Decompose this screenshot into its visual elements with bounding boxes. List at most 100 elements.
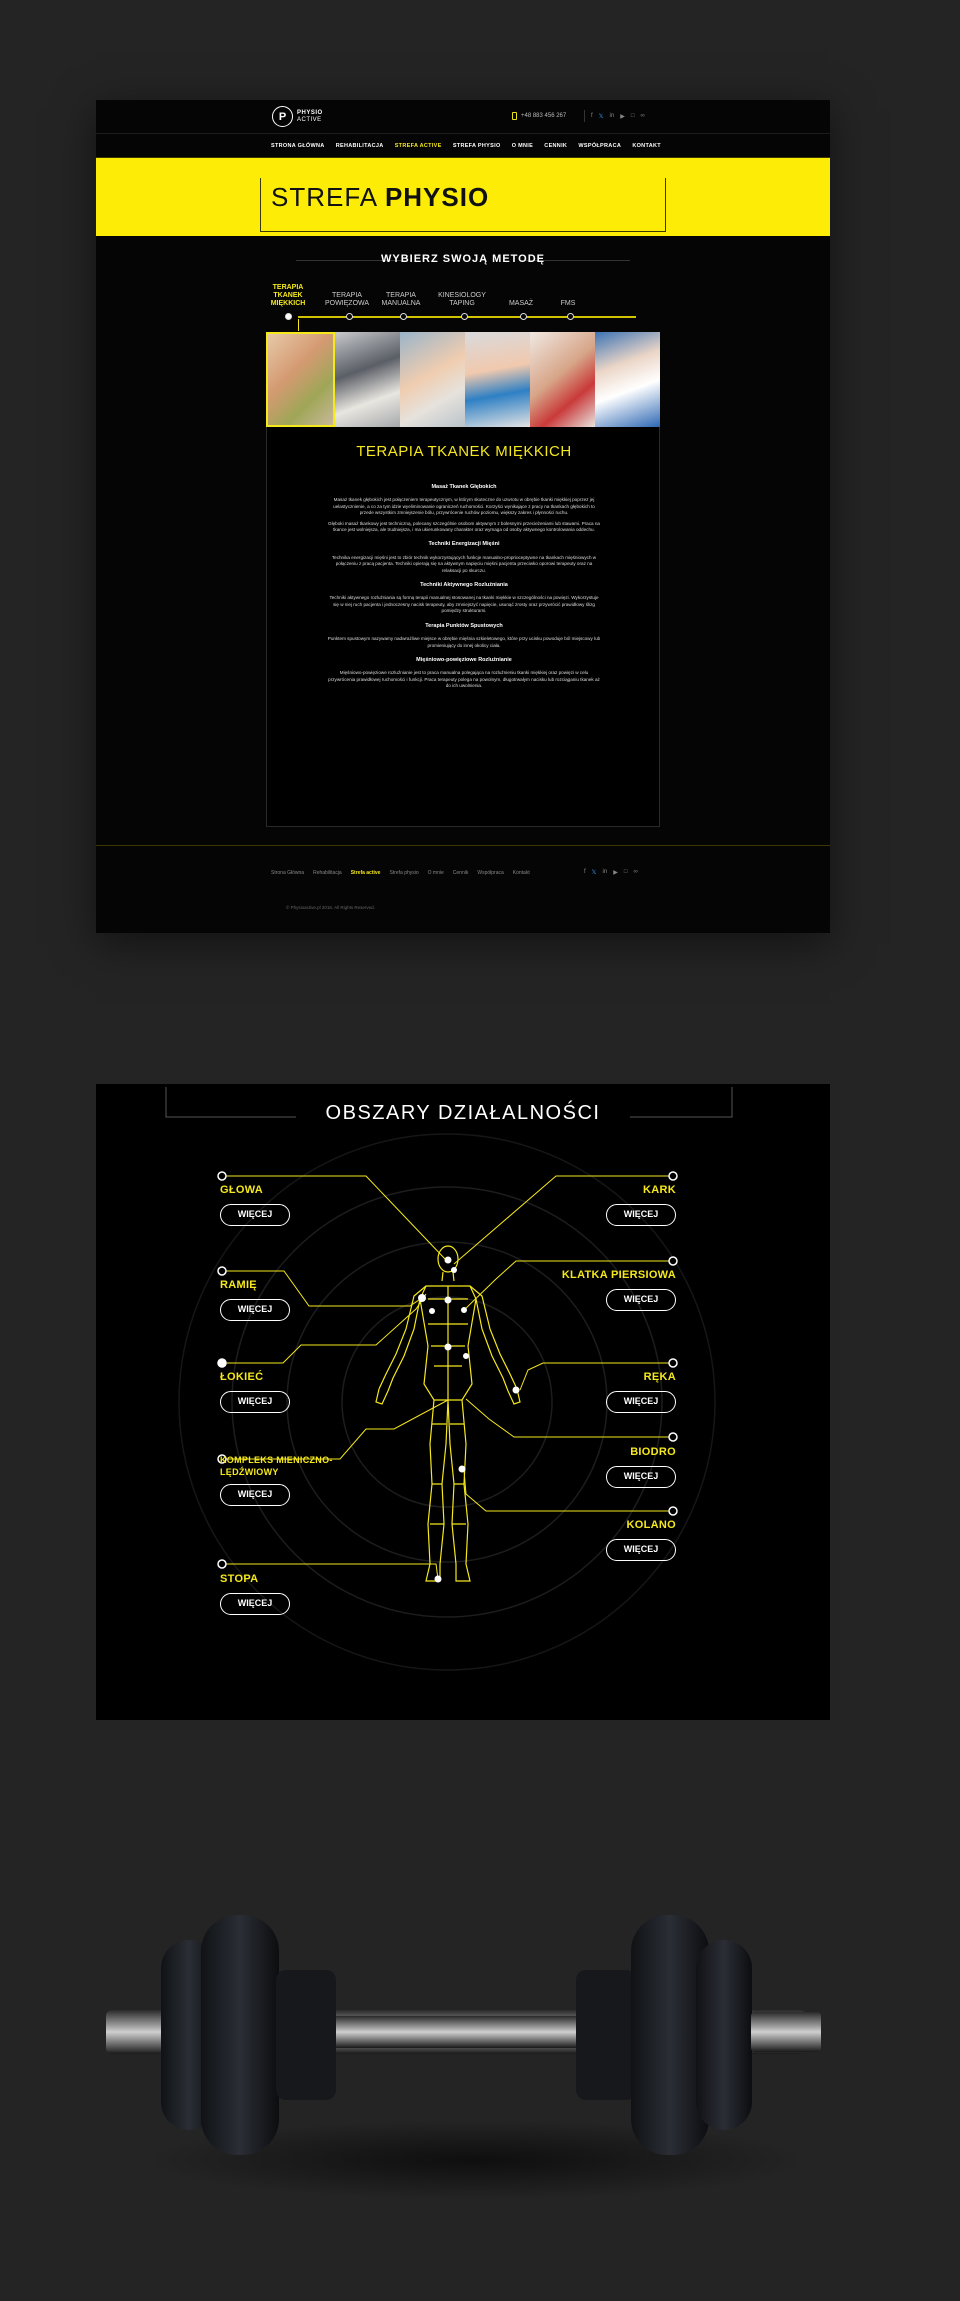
nav-item[interactable]: WSPÓŁPRACA <box>578 143 621 149</box>
more-button[interactable]: WIĘCEJ <box>220 1299 290 1321</box>
twitter-icon[interactable]: 𝕏 <box>599 113 604 120</box>
page-title: STREFA PHYSIO <box>271 182 490 212</box>
footer-nav-item[interactable]: Strefa active <box>351 870 381 876</box>
method-tab[interactable]: KINESIOLOGY TAPING <box>437 292 487 308</box>
timeline-dot[interactable] <box>520 313 527 320</box>
section-heading: Masaż Tkanek Głębokich <box>431 484 497 490</box>
section-paragraph: Punktem spustowym nazywamy nadwrażliwe m… <box>327 636 601 648</box>
main-nav: STRONA GŁÓWNA REHABILITACJA STREFA ACTIVE S… <box>96 134 830 158</box>
section-heading: Mięśniowo-powięziowe Rozluźnianie <box>416 656 512 663</box>
instagram-icon[interactable]: □ <box>624 869 628 876</box>
footer-nav: Strona Główna Rehabilitacja Strefa active S… <box>271 870 530 876</box>
method-tab[interactable]: FMS <box>543 300 593 308</box>
more-button[interactable]: WIĘCEJ <box>606 1466 676 1488</box>
more-button[interactable]: WIĘCEJ <box>220 1593 290 1615</box>
facebook-icon[interactable]: f <box>591 113 593 119</box>
more-button[interactable]: WIĘCEJ <box>220 1204 290 1226</box>
photo-taping[interactable] <box>465 332 530 427</box>
photo-fascia[interactable] <box>335 332 400 427</box>
method-tab[interactable]: MASAŻ <box>496 300 546 308</box>
nav-item[interactable]: STREFA PHYSIO <box>453 143 501 149</box>
area-label: KLATKA PIERSIOWA <box>561 1269 676 1281</box>
area-label: KOMPLEKS MIENICZNO-LĘDŹWIOWY <box>220 1455 333 1477</box>
logo-line-1: PHYSIO <box>297 109 323 116</box>
area-label: RĘKA <box>643 1371 676 1383</box>
section-heading: Techniki Energizacji Mięśni <box>428 541 500 548</box>
content-body: Masaż Tkanek Głębokich Masaż tkanek głębo… <box>327 476 601 694</box>
footer-nav-item[interactable]: Strona Główna <box>271 870 304 876</box>
area-label: KOLANO <box>626 1519 676 1531</box>
phone-icon <box>512 112 517 120</box>
photo-manual[interactable] <box>400 332 465 427</box>
method-photos <box>266 332 660 427</box>
method-tab[interactable]: TERAPIA MANUALNA <box>376 292 426 308</box>
logo[interactable]: P PHYSIO ACTIVE <box>272 106 323 127</box>
more-button[interactable]: WIĘCEJ <box>606 1539 676 1561</box>
method-tab[interactable]: TERAPIA TKANEK MIĘKKICH <box>267 284 309 308</box>
footer-nav-item[interactable]: Cennik <box>453 870 469 876</box>
nav-item[interactable]: O MNIE <box>512 143 533 149</box>
more-button[interactable]: WIĘCEJ <box>220 1484 290 1506</box>
area-label: KARK <box>643 1184 676 1196</box>
timeline-dot[interactable] <box>400 313 407 320</box>
website-mockup: P PHYSIO ACTIVE +48 883 456 267 f 𝕏 in ▶… <box>96 100 830 933</box>
timeline-dot[interactable] <box>461 313 468 320</box>
choose-method-heading: WYBIERZ SWOJĄ METODĘ <box>380 253 546 265</box>
timeline-dot[interactable] <box>346 313 353 320</box>
link-icon[interactable]: ∞ <box>640 113 644 119</box>
section-paragraph: Głęboki masaż tkankowy jest techniczną, … <box>328 520 600 533</box>
area-label: ŁOKIEĆ <box>220 1371 264 1383</box>
footer-nav-item[interactable]: Współpraca <box>477 870 503 876</box>
areas-title: OBSZARY DZIAŁALNOŚCI <box>325 1102 601 1124</box>
dumbbell-image <box>106 1915 821 2200</box>
nav-item[interactable]: KONTAKT <box>632 143 661 149</box>
facebook-icon[interactable]: f <box>584 869 586 876</box>
linkedin-icon[interactable]: in <box>603 869 608 876</box>
twitter-icon[interactable]: 𝕏 <box>592 869 597 876</box>
top-bar: P PHYSIO ACTIVE +48 883 456 267 f 𝕏 in ▶… <box>96 100 830 134</box>
more-button[interactable]: WIĘCEJ <box>606 1391 676 1413</box>
section-paragraph: Technika energizacji mięśni jest to zbió… <box>331 554 597 573</box>
method-content: TERAPIA TKANEK MIĘKKICH Masaż Tkanek Głę… <box>266 427 660 827</box>
method-tab[interactable]: TERAPIA POWIĘZOWA <box>322 292 372 308</box>
copyright: © Physioactive.pl 2016. All Rights Reser… <box>286 905 375 910</box>
area-label: BIODRO <box>630 1446 676 1458</box>
phone-text: +48 883 456 267 <box>521 113 567 119</box>
footer-social: f 𝕏 in ▶ □ ∞ <box>584 869 638 876</box>
nav-item[interactable]: STRONA GŁÓWNA <box>271 143 325 149</box>
logo-line-2: ACTIVE <box>297 116 322 123</box>
more-button[interactable]: WIĘCEJ <box>220 1391 290 1413</box>
area-label: RAMIĘ <box>220 1279 257 1291</box>
photo-fms[interactable] <box>595 332 660 427</box>
section-heading: Terapia Punktów Spustowych <box>425 622 503 629</box>
timeline-dot[interactable] <box>285 313 292 320</box>
link-icon[interactable]: ∞ <box>633 869 637 876</box>
more-button[interactable]: WIĘCEJ <box>606 1289 676 1311</box>
nav-item[interactable]: STREFA ACTIVE <box>395 143 442 149</box>
section-heading: Techniki Aktywnego Rozluźniania <box>420 582 508 589</box>
footer-nav-item[interactable]: Strefa physio <box>389 870 418 876</box>
header-social: f 𝕏 in ▶ □ ∞ <box>584 110 645 122</box>
area-label: STOPA <box>220 1573 259 1585</box>
linkedin-icon[interactable]: in <box>610 113 615 119</box>
nav-item[interactable]: CENNIK <box>544 143 567 149</box>
footer-nav-item[interactable]: Rehabilitacja <box>313 870 342 876</box>
photo-soft-tissue[interactable] <box>266 332 335 427</box>
nav-item[interactable]: REHABILITACJA <box>336 143 384 149</box>
section-paragraph: Masaż tkanek głębokich jest połączeniem … <box>333 497 595 516</box>
instagram-icon[interactable]: □ <box>631 113 635 119</box>
photo-massage[interactable] <box>530 332 595 427</box>
more-button[interactable]: WIĘCEJ <box>606 1204 676 1226</box>
footer-nav-item[interactable]: O mnie <box>428 870 444 876</box>
youtube-icon[interactable]: ▶ <box>613 869 618 876</box>
logo-mark: P <box>272 106 293 127</box>
section-paragraph: Mięśniowo-powięziowe rozluźnianie jest t… <box>328 670 600 689</box>
section-paragraph: Techniki aktywnego rozluźniania są formą… <box>329 595 599 614</box>
youtube-icon[interactable]: ▶ <box>620 113 625 120</box>
areas-panel: OBSZARY DZIAŁALNOŚCI GŁOWA WIĘCEJ RAMIĘ WIĘ… <box>96 1084 830 1720</box>
content-title: TERAPIA TKANEK MIĘKKICH <box>356 443 572 460</box>
phone-number[interactable]: +48 883 456 267 <box>512 112 566 120</box>
footer-nav-item[interactable]: Kontakt <box>513 870 530 876</box>
timeline-dot[interactable] <box>567 313 574 320</box>
areas-graphic <box>165 1087 733 1671</box>
